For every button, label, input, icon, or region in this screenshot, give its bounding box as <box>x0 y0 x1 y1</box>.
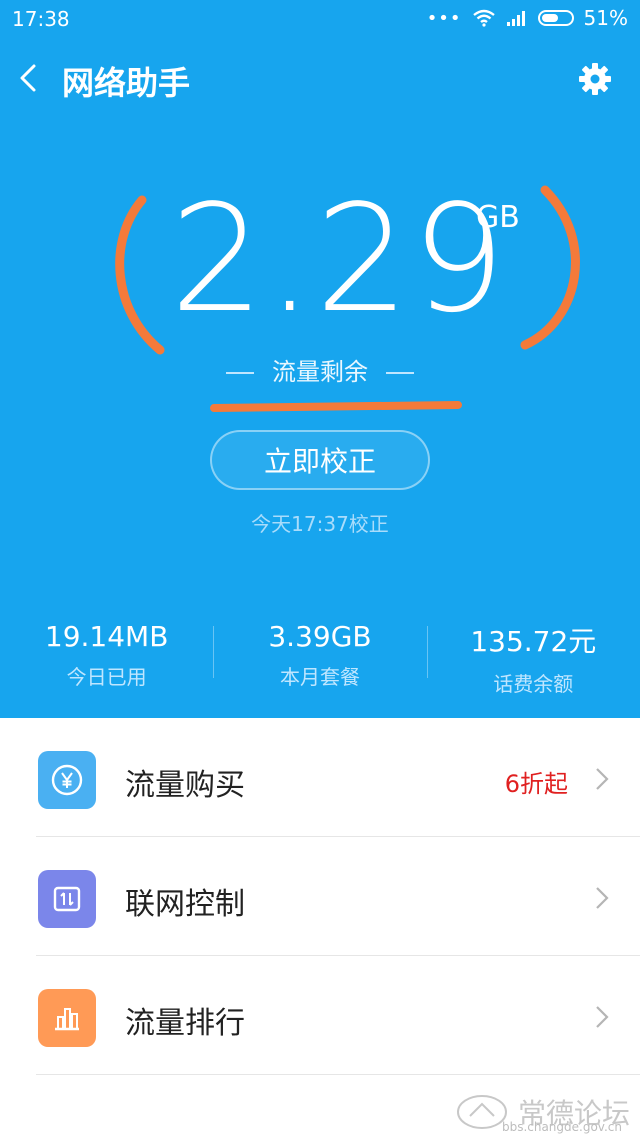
status-bar: 17:38 ••• 51% <box>0 0 640 36</box>
calibrate-button[interactable]: 立即校正 <box>210 430 430 490</box>
data-remaining-unit: GB <box>476 200 520 235</box>
stats-row: 19.14MB 今日已用 3.39GB 本月套餐 135.72元 话费余额 <box>0 620 640 696</box>
stat-value: 135.72元 <box>470 625 597 658</box>
list-item-data-ranking[interactable]: 流量排行 <box>0 956 640 1075</box>
list-item-label: 联网控制 <box>125 887 245 922</box>
data-remaining-value: 2.29 <box>170 173 508 345</box>
stat-label: 今日已用 <box>66 665 147 689</box>
stat-value: 3.39GB <box>268 620 372 653</box>
app-header: 网络助手 <box>0 48 640 108</box>
label-right-line <box>386 372 414 374</box>
signal-icon <box>506 11 525 26</box>
bar-chart-icon <box>38 989 96 1047</box>
watermark-url: bbs.changde.gov.cn <box>501 1120 622 1134</box>
network-toggle-icon <box>38 870 96 928</box>
battery-icon <box>537 10 574 26</box>
hero-panel: 17:38 ••• 51% 网络助手 2.29 GB 流量剩余 立即校正 今天1… <box>0 0 640 718</box>
page-title: 网络助手 <box>62 64 191 102</box>
battery-percent: 51% <box>583 6 628 30</box>
status-right: ••• 51% <box>427 6 628 30</box>
feature-list: 流量购买 6折起 联网控制 流量排行 <box>0 718 640 1075</box>
chevron-right-icon <box>596 1006 609 1028</box>
discount-badge: 6折起 <box>504 770 568 798</box>
list-item-network-control[interactable]: 联网控制 <box>0 837 640 956</box>
chevron-right-icon <box>596 887 609 909</box>
stat-label: 本月套餐 <box>279 665 360 689</box>
label-left-line <box>226 372 254 374</box>
data-remaining-label: 流量剩余 <box>272 358 368 386</box>
yen-coin-icon <box>38 751 96 809</box>
data-remaining-label-row: 流量剩余 <box>0 352 640 387</box>
stat-balance[interactable]: 135.72元 话费余额 <box>426 620 640 696</box>
stat-value: 19.14MB <box>44 620 169 653</box>
gear-icon[interactable] <box>578 62 612 96</box>
divider <box>36 1074 640 1075</box>
list-item-label: 流量排行 <box>125 1006 245 1041</box>
list-item-label: 流量购买 <box>125 768 245 803</box>
status-time: 17:38 <box>12 7 70 31</box>
stat-today-used[interactable]: 19.14MB 今日已用 <box>0 620 213 690</box>
notification-dots: ••• <box>426 7 462 29</box>
chevron-right-icon <box>596 768 609 790</box>
stat-monthly-plan[interactable]: 3.39GB 本月套餐 <box>213 620 426 690</box>
stat-label: 话费余额 <box>493 672 574 696</box>
wifi-icon <box>472 9 495 27</box>
back-arrow-icon[interactable] <box>14 58 46 98</box>
last-calibrated-text: 今天17:37校正 <box>251 512 389 536</box>
list-item-buy-data[interactable]: 流量购买 6折起 <box>0 718 640 837</box>
